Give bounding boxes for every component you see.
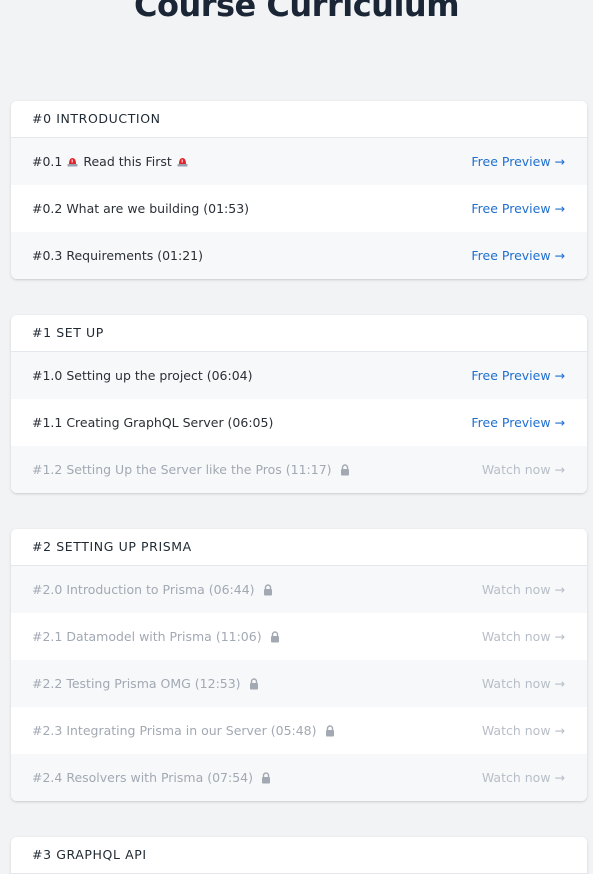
watch-now-link[interactable]: Watch now → [482,462,565,477]
watch-now-link[interactable]: Watch now → [482,723,565,738]
lesson-name: #2.3 Integrating Prisma in our Server (0… [32,723,317,738]
free-preview-link[interactable]: Free Preview → [471,154,565,169]
lesson-title: #0.3 Requirements (01:21) [32,248,203,263]
lesson-name: #2.1 Datamodel with Prisma (11:06) [32,629,262,644]
lesson-title: #1.2 Setting Up the Server like the Pros… [32,462,350,477]
section-header: #1 SET UP [11,315,587,352]
curriculum-section-0: #0 INTRODUCTION #0.1 Read this First Fre… [11,101,587,279]
lesson-row[interactable]: #0.3 Requirements (01:21) Free Preview → [11,232,587,279]
lesson-name: #2.4 Resolvers with Prisma (07:54) [32,770,254,785]
lesson-row-locked[interactable]: #2.3 Integrating Prisma in our Server (0… [11,707,587,754]
lesson-title: #0.1 Read this First [32,154,193,169]
lock-icon [262,771,271,783]
watch-now-link[interactable]: Watch now → [482,676,565,691]
lesson-title: #1.0 Setting up the project (06:04) [32,368,253,383]
section-header: #0 INTRODUCTION [11,101,587,138]
lesson-row[interactable]: #0.1 Read this First Free Preview → [11,138,587,185]
lesson-number: #0.1 [32,154,63,169]
lesson-title: #2.0 Introduction to Prisma (06:44) [32,582,273,597]
lesson-title: #0.2 What are we building (01:53) [32,201,250,216]
lesson-title: #2.2 Testing Prisma OMG (12:53) [32,676,259,691]
lesson-title: #1.1 Creating GraphQL Server (06:05) [32,415,274,430]
free-preview-link[interactable]: Free Preview → [471,368,565,383]
free-preview-link[interactable]: Free Preview → [471,248,565,263]
free-preview-link[interactable]: Free Preview → [471,415,565,430]
lesson-row[interactable]: #0.2 What are we building (01:53) Free P… [11,185,587,232]
lesson-name: Read this First [83,154,172,169]
watch-now-link[interactable]: Watch now → [482,582,565,597]
watch-now-link[interactable]: Watch now → [482,629,565,644]
lesson-row-locked[interactable]: #1.2 Setting Up the Server like the Pros… [11,446,587,493]
police-light-icon [67,158,78,167]
lesson-row-locked[interactable]: #2.1 Datamodel with Prisma (11:06) Watch… [11,613,587,660]
curriculum-section-3: #3 GRAPHQL API [11,837,587,874]
lesson-name: #2.0 Introduction to Prisma (06:44) [32,582,255,597]
lesson-row[interactable]: #1.1 Creating GraphQL Server (06:05) Fre… [11,399,587,446]
watch-now-link[interactable]: Watch now → [482,770,565,785]
curriculum-section-2: #2 SETTING UP PRISMA #2.0 Introduction t… [11,529,587,801]
page-title: Course Curriculum [133,0,460,24]
lesson-title: #2.1 Datamodel with Prisma (11:06) [32,629,280,644]
lock-icon [325,724,334,736]
lesson-name: #2.2 Testing Prisma OMG (12:53) [32,676,241,691]
lesson-title: #2.4 Resolvers with Prisma (07:54) [32,770,271,785]
lesson-row-locked[interactable]: #2.4 Resolvers with Prisma (07:54) Watch… [11,754,587,801]
lesson-row[interactable]: #1.0 Setting up the project (06:04) Free… [11,352,587,399]
lesson-title: #2.3 Integrating Prisma in our Server (0… [32,723,335,738]
lock-icon [270,630,279,642]
lesson-row-locked[interactable]: #2.0 Introduction to Prisma (06:44) Watc… [11,566,587,613]
free-preview-link[interactable]: Free Preview → [471,201,565,216]
section-header: #2 SETTING UP PRISMA [11,529,587,566]
lesson-name: #1.2 Setting Up the Server like the Pros… [32,462,332,477]
lock-icon [263,583,272,595]
lock-icon [340,463,349,475]
curriculum-section-1: #1 SET UP #1.0 Setting up the project (0… [11,315,587,493]
section-header: #3 GRAPHQL API [11,837,587,874]
lock-icon [249,677,258,689]
police-light-icon [177,158,188,167]
lesson-row-locked[interactable]: #2.2 Testing Prisma OMG (12:53) Watch no… [11,660,587,707]
